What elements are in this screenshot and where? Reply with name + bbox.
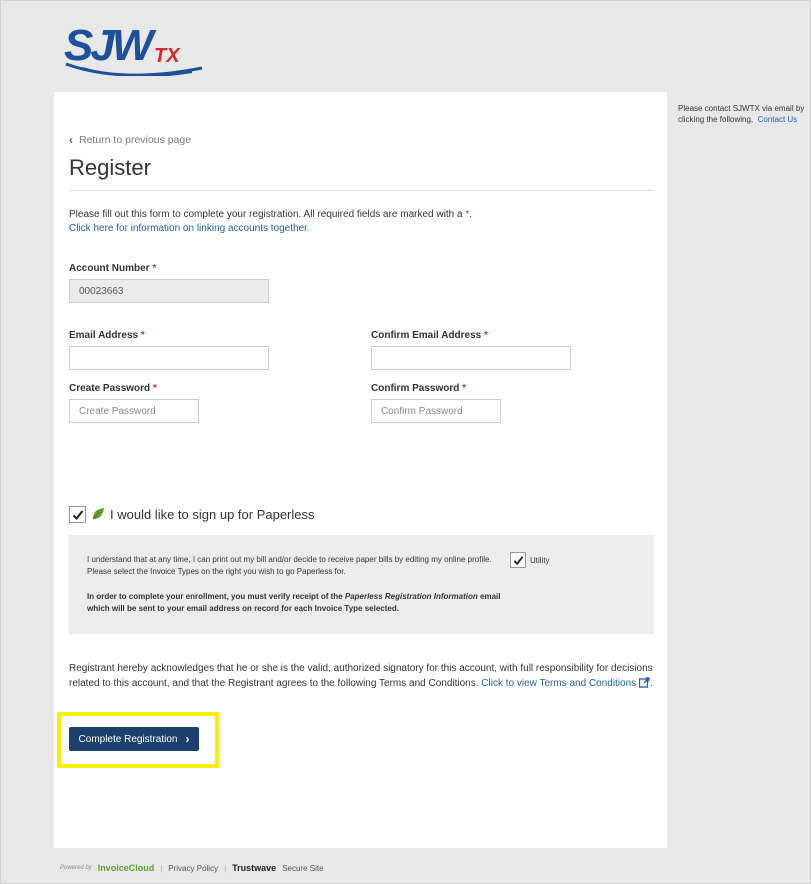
checkmark-icon xyxy=(72,509,83,520)
intro-end: . xyxy=(469,209,472,220)
confirm-password-field[interactable] xyxy=(371,399,501,423)
privacy-policy-link[interactable]: Privacy Policy xyxy=(168,864,218,873)
complete-registration-button[interactable]: Complete Registration › xyxy=(69,727,199,751)
acknowledgement-text: Registrant hereby acknowledges that he o… xyxy=(69,662,654,691)
paperless-verify-text: In order to complete your enrollment, yo… xyxy=(87,591,507,615)
powered-by-text: Powered by xyxy=(60,865,92,871)
required-mark: * xyxy=(140,330,145,341)
create-password-label-text: Create Password xyxy=(69,383,151,394)
title-divider xyxy=(69,190,654,191)
verify-text-emphasis: Paperless Registration Information xyxy=(344,592,478,601)
chevron-left-icon: ‹ xyxy=(69,133,73,147)
required-mark: * xyxy=(462,383,467,394)
checkmark-icon xyxy=(513,555,523,565)
verify-text-start: In order to complete your enrollment, yo… xyxy=(87,592,343,601)
required-mark: * xyxy=(152,383,157,394)
secure-site-text: Secure Site xyxy=(282,863,324,873)
logo-text: SJW xyxy=(64,21,157,70)
email-label: Email Address * xyxy=(69,330,145,341)
confirm-email-label: Confirm Email Address * xyxy=(371,330,488,341)
terms-link[interactable]: Click to view Terms and Conditions xyxy=(481,676,650,689)
logo-subtext: TX xyxy=(154,45,181,67)
paperless-label: I would like to sign up for Paperless xyxy=(110,507,315,522)
terms-link-text: Click to view Terms and Conditions xyxy=(481,677,637,689)
confirm-email-field[interactable] xyxy=(371,346,571,370)
trustwave-logo: Trustwave xyxy=(232,863,277,873)
confirm-email-label-text: Confirm Email Address xyxy=(371,330,482,341)
account-number-label-text: Account Number xyxy=(69,263,150,274)
footer: Powered by InvoiceCloud | Privacy Policy… xyxy=(60,863,324,873)
invoicecloud-logo: InvoiceCloud xyxy=(97,863,155,873)
utility-checkbox[interactable] xyxy=(510,552,526,568)
sjwtx-logo: SJW TX xyxy=(64,21,203,76)
complete-registration-label: Complete Registration xyxy=(78,733,178,745)
footer-separator: | xyxy=(224,863,227,873)
utility-label: Utility xyxy=(530,556,550,565)
email-field[interactable] xyxy=(69,346,269,370)
email-label-text: Email Address xyxy=(69,330,139,341)
intro-sentence: Please fill out this form to complete yo… xyxy=(69,209,463,220)
paperless-panel: I understand that at any time, I can pri… xyxy=(69,535,654,634)
confirm-password-label: Confirm Password * xyxy=(371,383,466,394)
create-password-field[interactable] xyxy=(69,399,199,423)
contact-aside: Please contact SJWTX via email by clicki… xyxy=(678,103,808,125)
paperless-checkbox[interactable] xyxy=(69,506,86,523)
leaf-icon xyxy=(92,508,104,520)
linking-accounts-link[interactable]: Click here for information on linking ac… xyxy=(69,223,310,234)
external-link-icon xyxy=(638,676,650,688)
chevron-right-icon: › xyxy=(185,732,190,746)
intro-text: Please fill out this form to complete yo… xyxy=(69,208,654,236)
account-number-label: Account Number * xyxy=(69,263,156,274)
confirm-password-label-text: Confirm Password xyxy=(371,383,460,394)
create-password-label: Create Password * xyxy=(69,383,157,394)
return-link[interactable]: ‹ Return to previous page xyxy=(69,133,191,147)
return-label: Return to previous page xyxy=(79,134,192,146)
contact-us-link[interactable]: Contact Us xyxy=(758,115,798,124)
footer-separator: | xyxy=(160,863,163,873)
required-mark: * xyxy=(484,330,488,341)
page-title: Register xyxy=(69,155,151,180)
required-mark: * xyxy=(152,263,157,274)
account-number-field[interactable] xyxy=(69,279,269,303)
paperless-info-text: I understand that at any time, I can pri… xyxy=(87,555,492,576)
acknowledgement-end: . xyxy=(649,677,653,689)
